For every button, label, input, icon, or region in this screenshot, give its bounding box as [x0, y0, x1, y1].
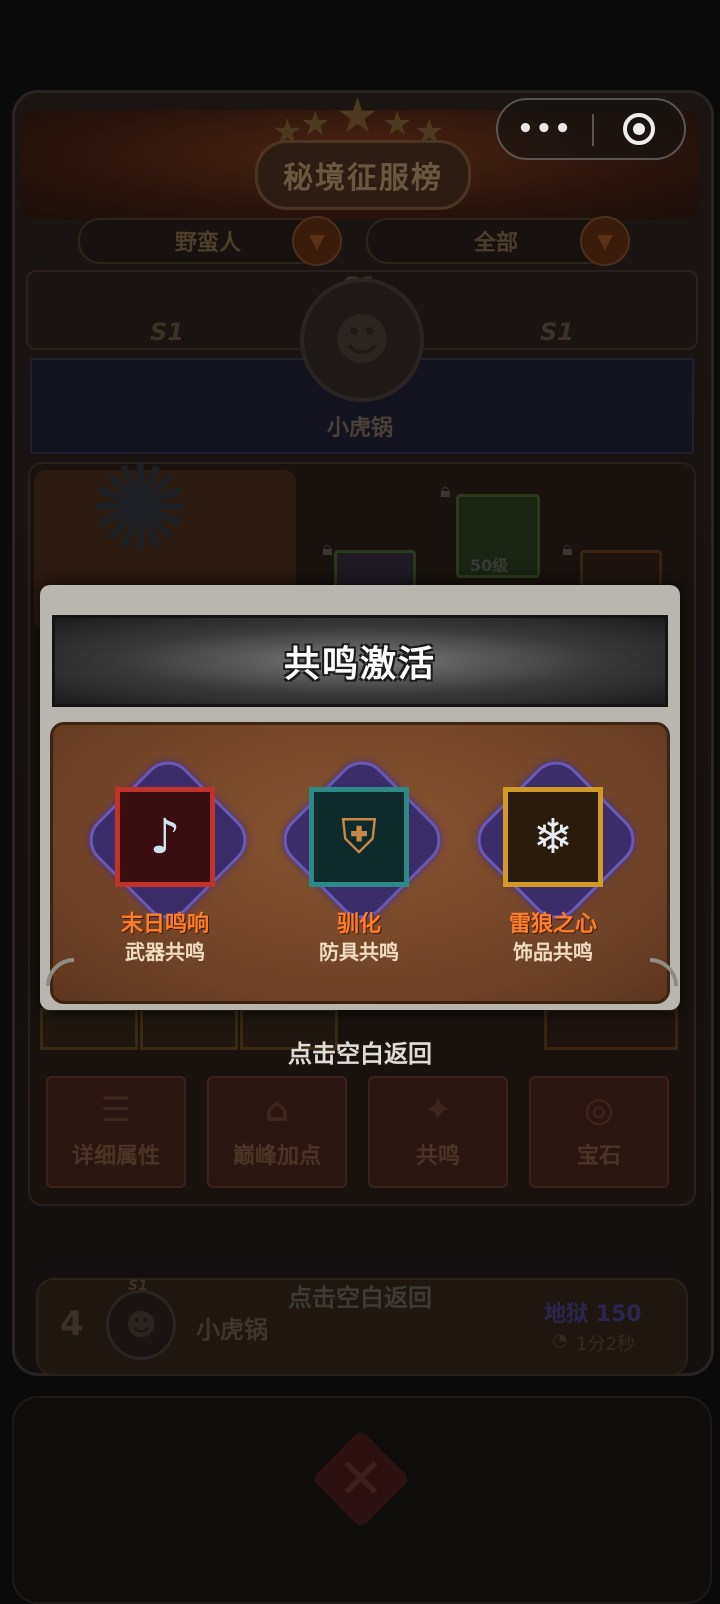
target-close-icon[interactable]: [623, 113, 655, 145]
item-name: 驯化: [336, 912, 381, 937]
item-frame: ❄: [503, 787, 603, 887]
wolf-amulet-icon: ❄: [532, 809, 574, 865]
chevron-down-icon: ▼: [292, 216, 342, 266]
character-icon: ✺: [90, 440, 191, 579]
resonance-button[interactable]: ✦ 共鸣: [368, 1076, 508, 1188]
peak-points-button[interactable]: ⌂ 巅峰加点: [207, 1076, 347, 1188]
item-type: 武器共鸣: [125, 940, 205, 964]
armor-icon: ⛨: [340, 808, 377, 865]
rank-clear-time: 1分2秒: [576, 1334, 635, 1355]
mini-program-capsule: •••: [496, 98, 686, 160]
close-icon: ✕: [337, 1446, 385, 1512]
item-name: 雷狼之心: [508, 912, 597, 937]
item-icon-frame: ♪: [78, 750, 258, 930]
tap-blank-to-return-hint[interactable]: 点击空白返回: [0, 1034, 720, 1069]
detail-attributes-button[interactable]: ☰ 详细属性: [46, 1076, 186, 1188]
action-label: 宝石: [576, 1144, 621, 1169]
class-filter-label: 野蛮人: [174, 231, 241, 256]
action-label: 巅峰加点: [232, 1144, 321, 1169]
house-icon: ⌂: [264, 1090, 290, 1130]
lock-icon: 🔒︎: [440, 478, 451, 502]
capsule-divider: [592, 114, 594, 146]
modal-header: 共鸣激活: [52, 615, 668, 707]
gear-level-tag: 50级: [470, 556, 509, 575]
clock-icon: ◔: [552, 1330, 568, 1351]
item-frame: ♪: [115, 787, 215, 887]
season-tag: S1: [150, 318, 184, 346]
season-tag: S1: [540, 318, 574, 346]
item-type: 防具共鸣: [319, 940, 399, 964]
item-frame: ⛨: [309, 787, 409, 887]
banner-title: 秘境征服榜: [255, 140, 471, 210]
list-icon: ☰: [100, 1090, 132, 1130]
top-player-name: 小虎锅: [326, 416, 393, 441]
star-icon: ★: [382, 104, 413, 144]
lock-icon: 🔒︎: [562, 536, 573, 560]
lock-icon: 🔒︎: [322, 536, 333, 560]
class-filter-dropdown[interactable]: 野蛮人 ▼: [78, 216, 342, 266]
dim-back-hint: 点击空白返回: [288, 1284, 432, 1312]
modal-title: 共鸣激活: [283, 644, 436, 685]
scope-filter-label: 全部: [473, 231, 518, 256]
horn-icon: ♪: [149, 809, 181, 865]
star-icon: ★: [336, 88, 380, 144]
chevron-down-icon: ▼: [580, 216, 630, 266]
action-label: 详细属性: [71, 1144, 160, 1169]
top-player-avatar[interactable]: ☻: [300, 278, 424, 402]
action-label: 共鸣: [415, 1144, 460, 1169]
item-icon-frame: ❄: [466, 750, 646, 930]
resonance-icon: ✦: [423, 1090, 453, 1130]
rank-player-name: 小虎锅: [196, 1316, 268, 1344]
gem-icon: ◎: [584, 1090, 614, 1130]
item-name: 末日鸣响: [120, 912, 209, 937]
more-dots-icon[interactable]: •••: [498, 100, 592, 158]
item-icon-frame: ⛨: [272, 750, 452, 930]
gem-button[interactable]: ◎ 宝石: [529, 1076, 669, 1188]
scope-filter-dropdown[interactable]: 全部 ▼: [366, 216, 630, 266]
item-type: 饰品共鸣: [513, 940, 593, 964]
star-icon: ★: [300, 104, 331, 144]
